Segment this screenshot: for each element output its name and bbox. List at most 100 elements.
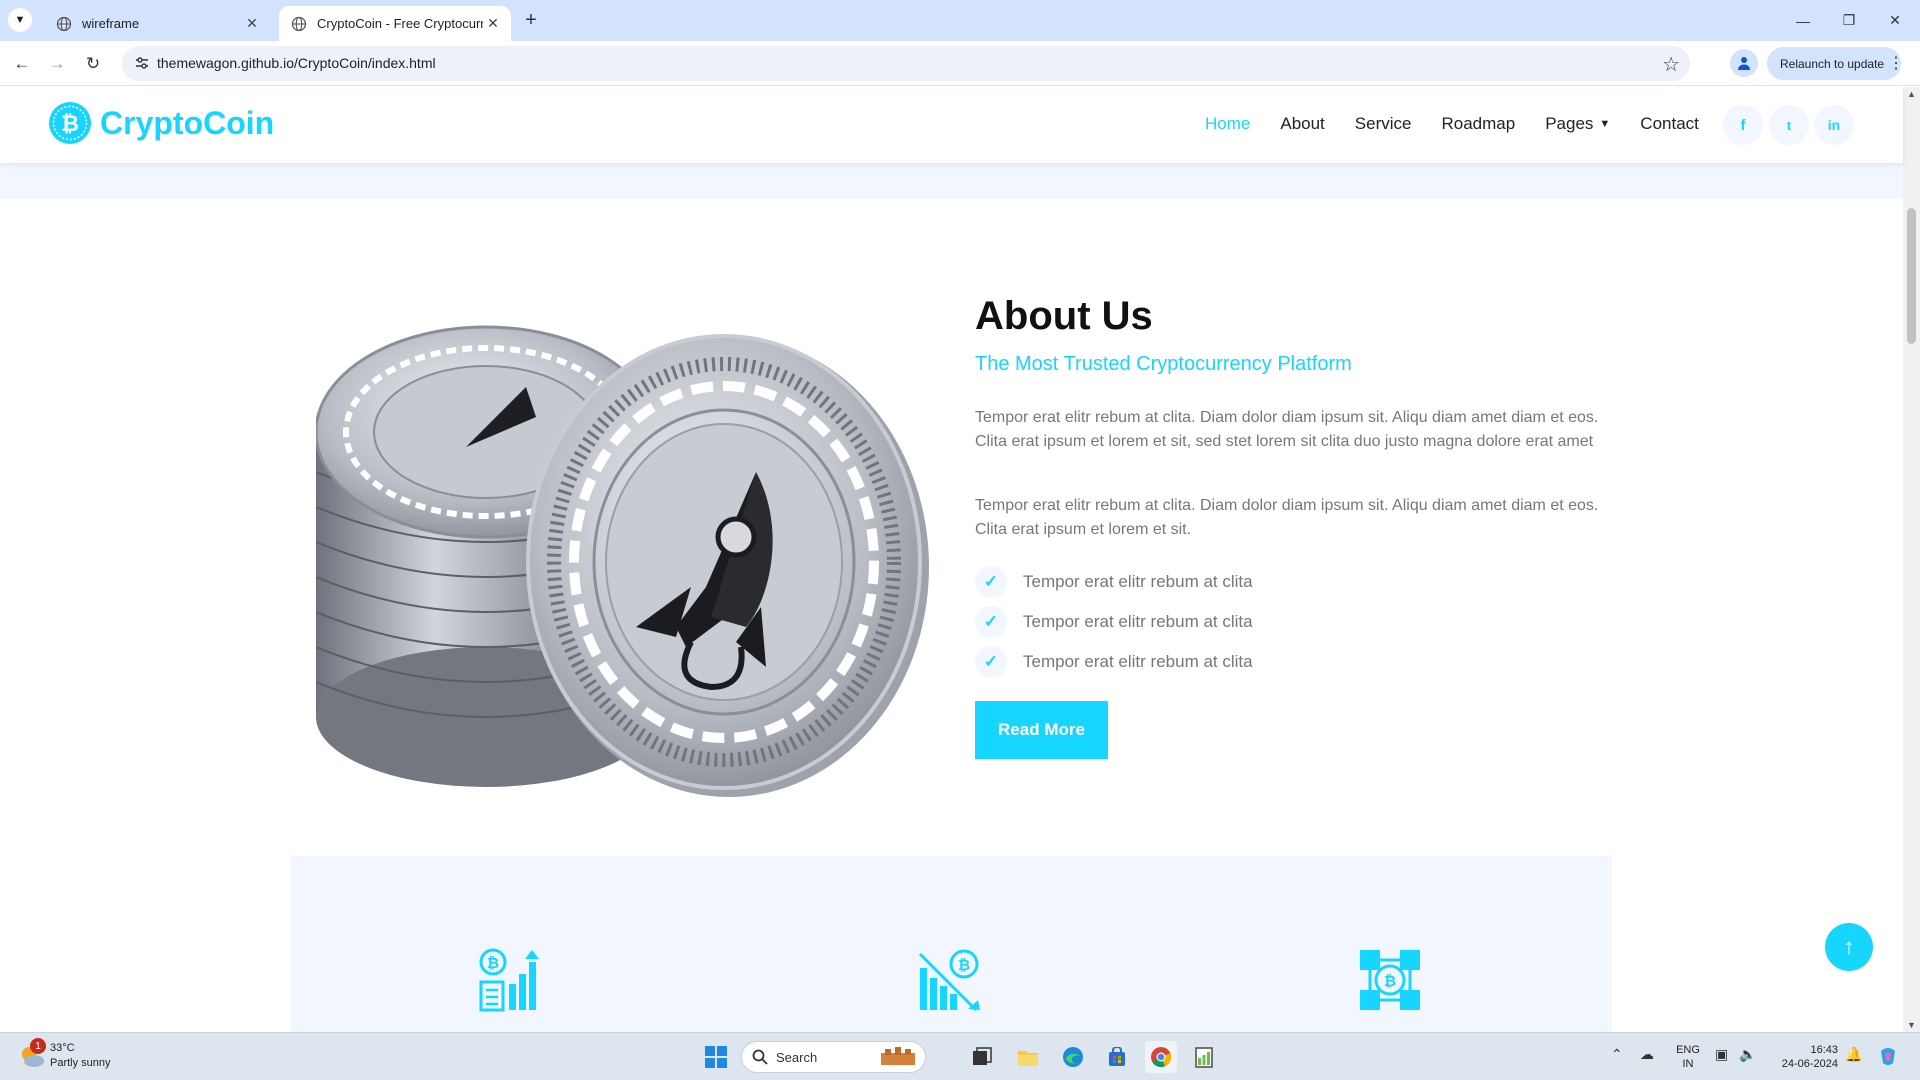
svg-text:₿: ₿ [958,956,970,974]
site-logo[interactable]: ₿ CryptoCoin [48,101,274,145]
copilot-icon[interactable] [1872,1041,1904,1073]
relaunch-button[interactable]: Relaunch to update [1767,47,1901,80]
close-window-icon[interactable]: ✕ [1872,0,1918,41]
checklist-item: ✓ Tempor erat elitr rebum at clita [975,646,1253,678]
nav-roadmap[interactable]: Roadmap [1441,114,1515,134]
about-paragraph-2: Tempor erat elitr rebum at clita. Diam d… [975,497,1599,538]
nav-home[interactable]: Home [1205,114,1250,134]
nav-service[interactable]: Service [1355,114,1412,134]
facebook-icon[interactable]: f [1723,105,1763,145]
close-tab-icon[interactable]: ✕ [483,15,503,32]
nav-pages[interactable]: Pages ▼ [1545,114,1610,134]
person-icon [1738,57,1750,70]
site-header: ₿ CryptoCoin Home About Service Roadmap … [0,87,1903,163]
back-to-top-button[interactable]: ↑ [1825,923,1873,971]
tab-cryptocoin[interactable]: CryptoCoin - Free Cryptocurren ✕ [279,6,511,41]
network-icon[interactable]: ▣ [1715,1046,1728,1063]
edge-browser-icon[interactable] [1057,1041,1089,1073]
twitter-icon[interactable]: t [1769,105,1809,145]
screen: ▼ wireframe ✕ CryptoCoin - Free Cryptocu… [0,0,1920,1080]
scrollbar-thumb[interactable] [1907,208,1916,344]
notepad-icon[interactable] [1188,1041,1220,1073]
bitcoin-network-icon: ₿ [1360,950,1420,1010]
bitcoin-growth-chart-icon: ₿ [479,948,539,1012]
about-title: About Us [975,294,1153,338]
more-menu-icon[interactable]: ⋮ [1888,53,1904,73]
check-icon: ✓ [975,606,1007,638]
clock-time: 16:43 [1810,1044,1838,1056]
site-info-icon[interactable] [134,55,150,71]
nav-contact[interactable]: Contact [1640,114,1699,134]
checklist-item: ✓ Tempor erat elitr rebum at clita [975,566,1253,598]
svg-text:₿: ₿ [61,112,79,137]
tab-search-button[interactable]: ▼ [8,8,32,32]
tab-wireframe[interactable]: wireframe ✕ [44,6,270,41]
notification-bell-icon[interactable]: 🔔 [1845,1046,1862,1063]
linkedin-icon[interactable]: in [1814,105,1854,145]
url-text: themewagon.github.io/CryptoCoin/index.ht… [157,55,436,71]
globe-icon [56,16,72,31]
globe-icon [291,16,307,31]
about-paragraph-1: Tempor erat elitr rebum at clita. Diam d… [975,409,1599,450]
search-highlight-icon [881,1047,915,1065]
file-explorer-icon[interactable] [1012,1041,1044,1073]
back-icon[interactable]: ← [7,49,37,79]
checklist-item: ✓ Tempor erat elitr rebum at clita [975,606,1253,638]
features-section: ₿ ₿ ₿ [291,856,1612,1032]
taskbar-search[interactable]: Search [741,1041,926,1073]
bookmark-star-icon[interactable]: ☆ [1662,52,1680,77]
new-tab-button[interactable]: + [520,9,542,31]
tab-title: wireframe [82,16,140,31]
checklist-text: Tempor erat elitr rebum at clita [1023,572,1253,591]
taskbar: 1 33°C Partly sunny Search ⌃ ☁ ENG IN ▣ … [0,1032,1920,1080]
nav-pages-label: Pages [1545,114,1594,133]
main-nav: Home About Service Roadmap Pages ▼ Contac… [1205,114,1729,134]
restore-icon[interactable]: ❐ [1826,0,1872,41]
svg-text:₿: ₿ [487,954,499,972]
language-region: IN [1682,1058,1694,1070]
scroll-down-icon[interactable]: ▼ [1907,1020,1916,1030]
search-label: Search [776,1049,818,1065]
address-bar[interactable]: themewagon.github.io/CryptoCoin/index.ht… [122,46,1690,81]
brand-name: CryptoCoin [100,104,275,141]
scroll-up-icon[interactable]: ▲ [1907,89,1916,99]
svg-text:₿: ₿ [1384,972,1396,990]
read-more-button[interactable]: Read More [975,701,1108,759]
bitcoin-decline-chart-icon: ₿ [918,949,980,1012]
reload-icon[interactable]: ↻ [78,49,108,79]
nav-about[interactable]: About [1280,114,1324,134]
language-code: ENG [1676,1044,1700,1056]
minimize-icon[interactable]: — [1780,0,1826,41]
chrome-icon[interactable] [1145,1041,1177,1073]
browser-toolbar: ← → ↻ themewagon.github.io/CryptoCoin/in… [0,41,1920,86]
volume-icon[interactable]: 🔈 [1739,1046,1756,1063]
notification-badge: 1 [30,1038,46,1054]
coin-stack-illustration [316,325,929,797]
search-icon [752,1049,768,1065]
hero-bottom-band [0,163,1903,199]
bitcoin-logo-icon: ₿ [49,102,91,144]
weather-desc: Partly sunny [50,1057,111,1069]
checklist-text: Tempor erat elitr rebum at clita [1023,612,1253,631]
onedrive-sync-icon[interactable]: ☁ [1640,1046,1654,1063]
close-tab-icon[interactable]: ✕ [242,15,262,32]
page-viewport: ₿ CryptoCoin Home About Service Roadmap … [0,87,1920,1032]
partly-sunny-icon: 1 [18,1038,46,1070]
profile-avatar[interactable] [1730,49,1758,77]
forward-icon[interactable]: → [42,49,72,79]
check-icon: ✓ [975,566,1007,598]
clock-date: 24-06-2024 [1781,1058,1838,1070]
front-coin [526,334,929,797]
weather-widget[interactable]: 1 33°C Partly sunny [18,1038,111,1071]
tray-overflow-icon[interactable]: ⌃ [1611,1046,1623,1063]
store-icon[interactable] [1101,1041,1133,1073]
task-view-icon[interactable] [966,1041,998,1073]
page-scrollbar[interactable]: ▲ ▼ [1903,87,1920,1032]
browser-tab-bar: ▼ wireframe ✕ CryptoCoin - Free Cryptocu… [0,0,1920,41]
tab-title: CryptoCoin - Free Cryptocurren [317,16,483,31]
windows-start-icon[interactable] [700,1041,732,1073]
weather-temp: 33°C [50,1042,75,1054]
chevron-down-icon: ▼ [1599,118,1611,130]
about-subtitle: The Most Trusted Cryptocurrency Platform [975,353,1352,375]
check-icon: ✓ [975,646,1007,678]
